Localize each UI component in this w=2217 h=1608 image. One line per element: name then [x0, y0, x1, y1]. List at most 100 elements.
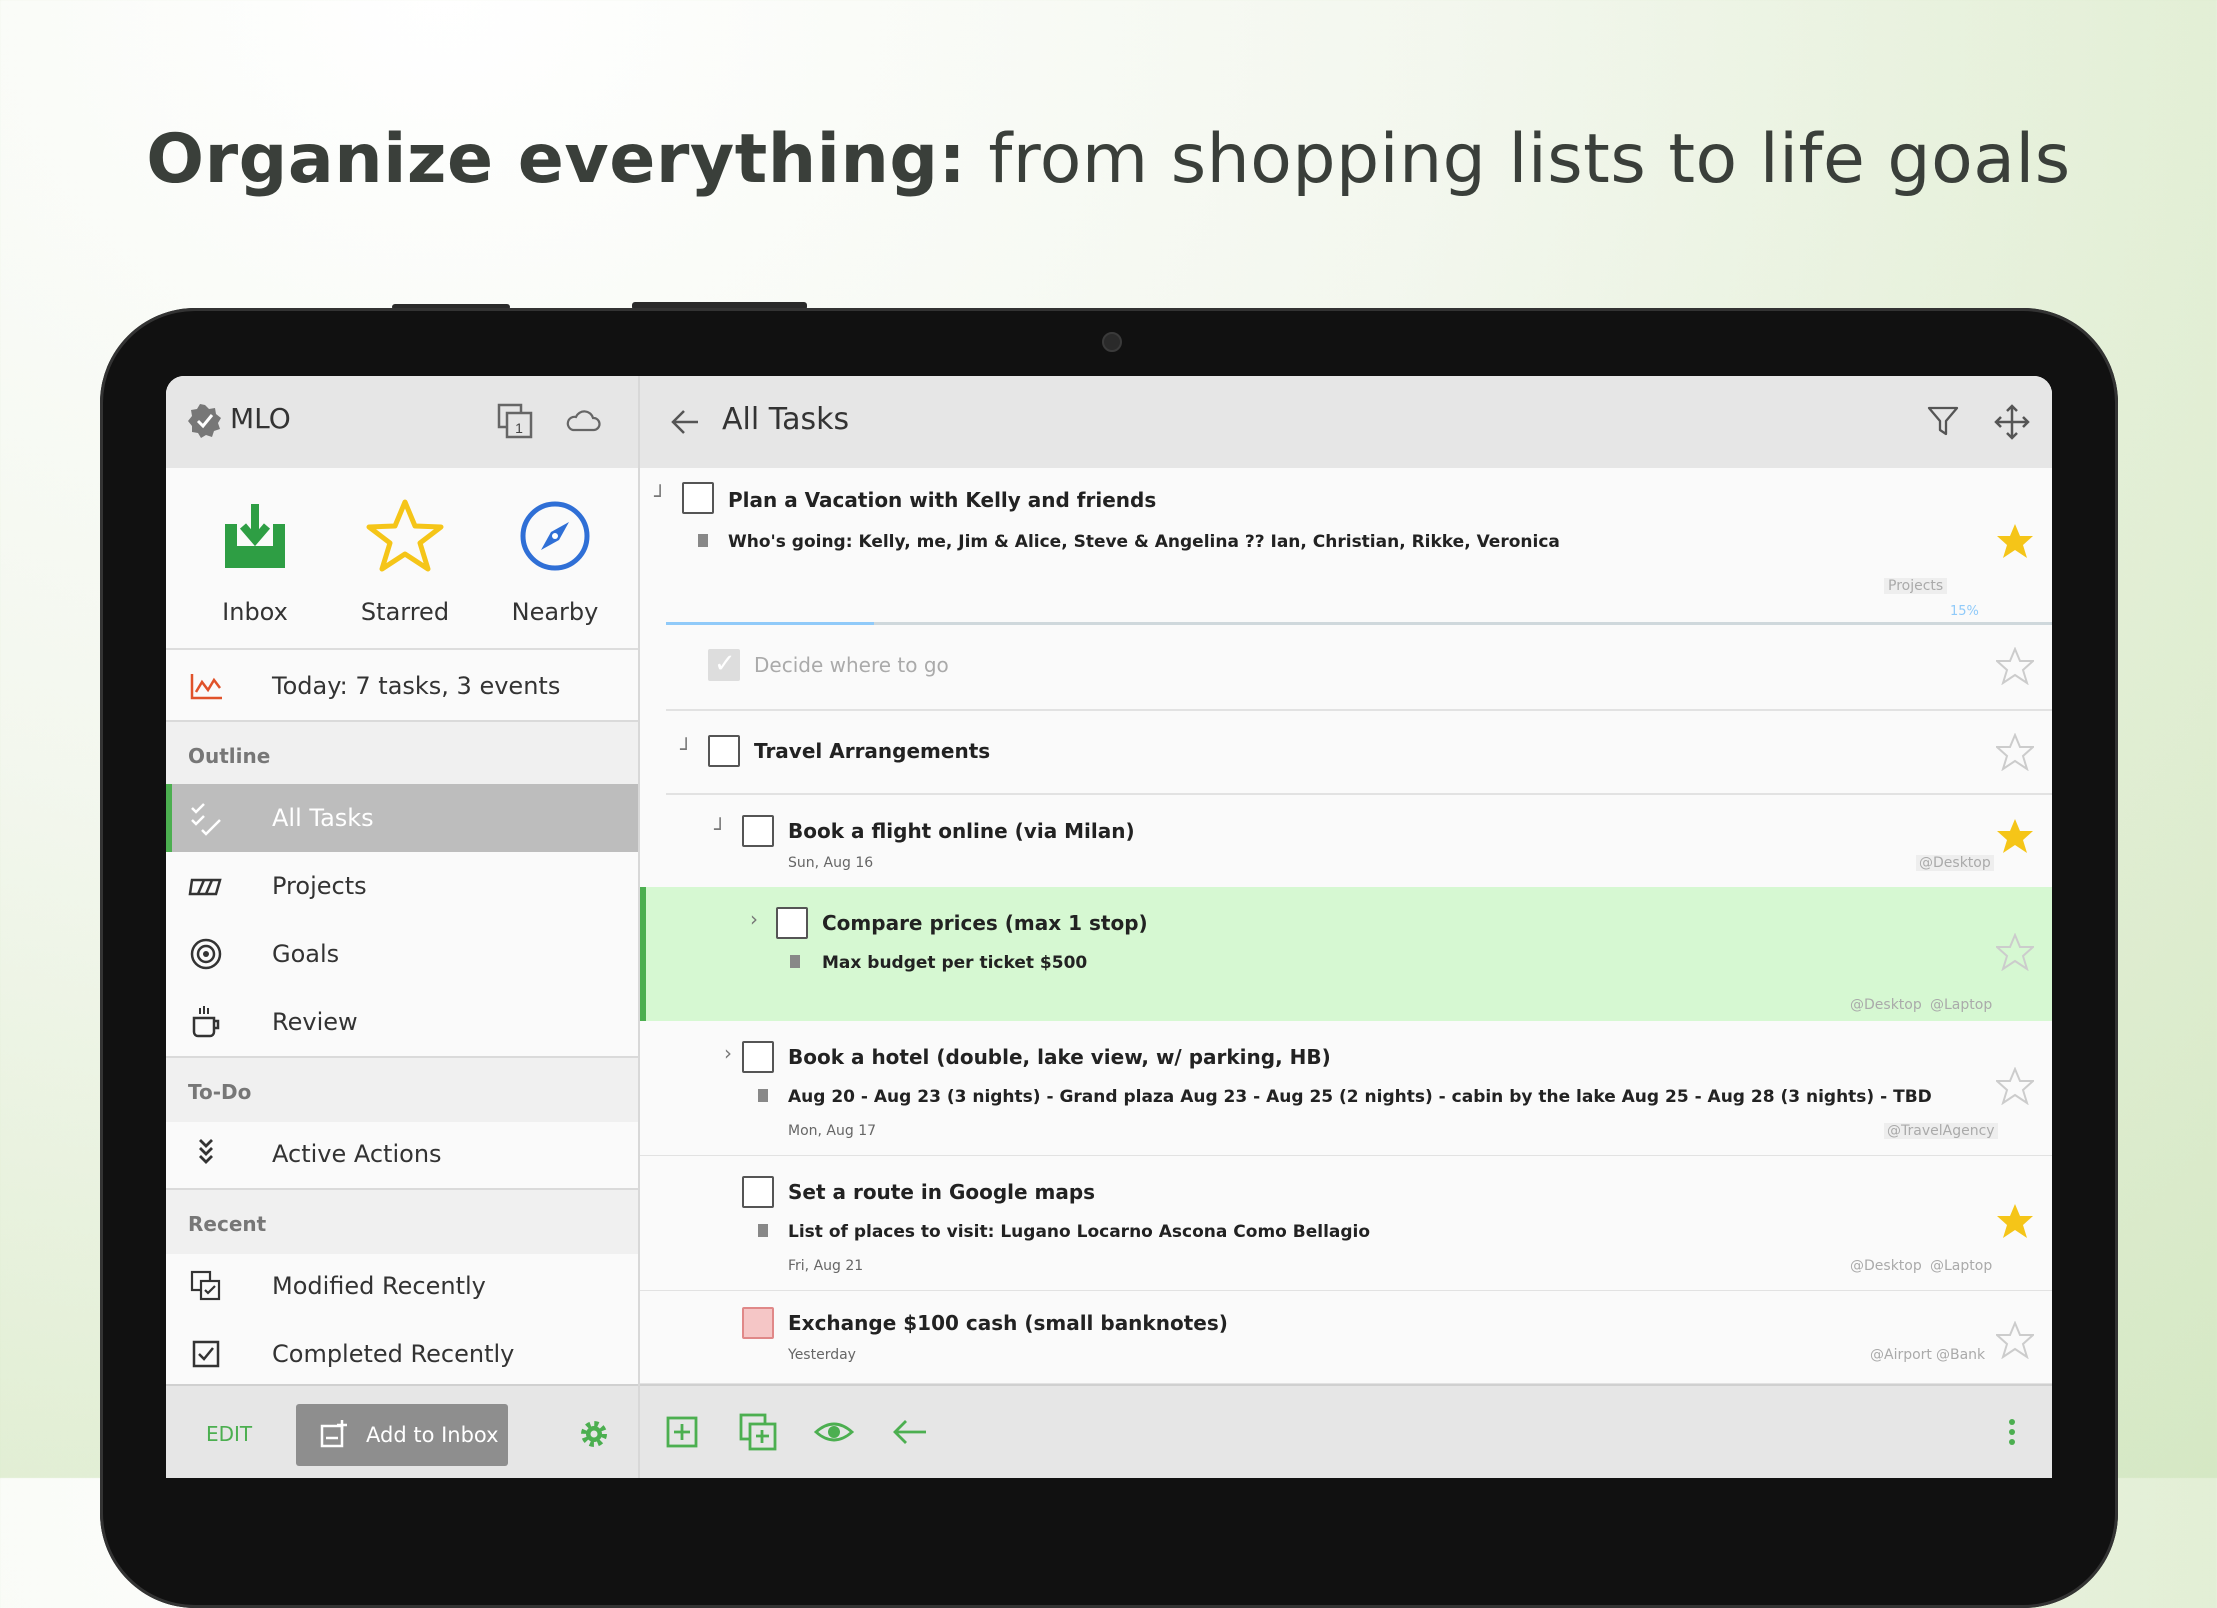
add-inbox-icon: [320, 1420, 347, 1448]
task-row[interactable]: Exchange $100 cash (small banknotes) Yes…: [640, 1291, 2052, 1385]
filter-icon[interactable]: [1926, 404, 1960, 438]
quick-label: Starred: [360, 598, 450, 626]
star-icon: [366, 499, 444, 572]
sidebar-item-projects[interactable]: Projects: [166, 852, 638, 920]
task-title: Exchange $100 cash (small banknotes): [788, 1311, 1228, 1335]
task-row[interactable]: Decide where to go: [666, 625, 2052, 711]
collapse-icon[interactable]: ┘: [680, 737, 692, 761]
section-label: To-Do: [188, 1080, 252, 1104]
today-text: Today: 7 tasks, 3 events: [272, 672, 561, 700]
section-outline: Outline: [166, 720, 638, 786]
projects-icon: [188, 878, 222, 896]
context-tag: @Airport: [1870, 1347, 1932, 1363]
task-date: Sun, Aug 16: [788, 855, 874, 871]
quick-access: Inbox Starred Nearby: [166, 468, 638, 648]
collapse-icon[interactable]: ┘: [654, 484, 666, 508]
task-row[interactable]: ┘ Book a flight online (via Milan) Sun, …: [640, 795, 2052, 889]
task-row[interactable]: ┘ Travel Arrangements: [666, 711, 2052, 795]
eye-icon[interactable]: [814, 1412, 854, 1452]
sidebar-item-all-tasks[interactable]: All Tasks: [166, 784, 638, 852]
today-summary[interactable]: Today: 7 tasks, 3 events: [166, 648, 638, 722]
sync-count-icon[interactable]: 1: [496, 402, 534, 440]
task-row[interactable]: › Book a hotel (double, lake view, w/ pa…: [640, 1021, 2052, 1157]
task-checkbox[interactable]: [742, 815, 774, 847]
task-checkbox-checked[interactable]: [708, 649, 740, 681]
compass-icon: [520, 501, 590, 571]
star-outline-icon[interactable]: [1996, 647, 2034, 685]
target-icon: [190, 938, 222, 970]
sidebar-item-label: All Tasks: [272, 804, 374, 832]
add-to-inbox-button[interactable]: Add to Inbox: [296, 1404, 508, 1466]
add-to-inbox-label: Add to Inbox: [366, 1423, 499, 1447]
task-row[interactable]: Set a route in Google maps List of place…: [640, 1156, 2052, 1292]
inbox-icon: [225, 504, 285, 568]
task-checkbox[interactable]: [708, 735, 740, 767]
star-filled-icon[interactable]: [1996, 1202, 2034, 1240]
star-outline-icon[interactable]: [1996, 733, 2034, 771]
camera: [1102, 332, 1122, 352]
sidebar-item-completed-recently[interactable]: Completed Recently: [166, 1320, 638, 1388]
task-title: Set a route in Google maps: [788, 1180, 1096, 1204]
sidebar-item-goals[interactable]: Goals: [166, 920, 638, 988]
context-tag: @Desktop: [1850, 1258, 1922, 1274]
headline-bold: Organize everything:: [146, 120, 967, 199]
section-label: Recent: [188, 1212, 267, 1236]
task-checkbox[interactable]: [776, 907, 808, 939]
star-outline-icon[interactable]: [1996, 933, 2034, 971]
outdent-arrow-icon[interactable]: [890, 1412, 930, 1452]
task-date: Mon, Aug 17: [788, 1123, 877, 1139]
quick-starred[interactable]: Starred: [330, 468, 480, 628]
task-title: Book a flight online (via Milan): [788, 819, 1135, 843]
task-note: Who's going: Kelly, me, Jim & Alice, Ste…: [728, 532, 1560, 552]
star-outline-icon[interactable]: [1996, 1067, 2034, 1105]
context-tag: @Desktop: [1916, 855, 1994, 871]
expand-icon[interactable]: ›: [750, 907, 758, 931]
task-checkbox[interactable]: [742, 1041, 774, 1073]
app-screen: MLO 1 Inbox Starred Nearby Today: 7 task…: [166, 376, 2052, 1478]
task-date: Fri, Aug 21: [788, 1258, 864, 1274]
main-footer-toolbar: [640, 1384, 2052, 1478]
collapse-icon[interactable]: ┘: [714, 817, 726, 841]
task-title: Book a hotel (double, lake view, w/ park…: [788, 1045, 1331, 1069]
task-checkbox[interactable]: [682, 482, 714, 514]
add-subtask-icon[interactable]: [738, 1412, 778, 1452]
sidebar-item-label: Review: [272, 1008, 358, 1036]
task-date: Yesterday: [788, 1347, 856, 1363]
section-todo: To-Do: [166, 1056, 638, 1122]
sidebar: MLO 1 Inbox Starred Nearby Today: 7 task…: [166, 376, 640, 1478]
sidebar-item-active-actions[interactable]: Active Actions: [166, 1120, 638, 1188]
expand-icon[interactable]: ›: [724, 1041, 732, 1065]
note-icon: [758, 1224, 768, 1237]
quick-inbox[interactable]: Inbox: [180, 468, 330, 628]
sidebar-item-review[interactable]: Review: [166, 988, 638, 1056]
section-recent: Recent: [166, 1188, 638, 1254]
move-icon[interactable]: [1994, 404, 2030, 440]
star-filled-icon[interactable]: [1996, 817, 2034, 855]
task-row-selected[interactable]: › Compare prices (max 1 stop) Max budget…: [640, 887, 2052, 1023]
all-tasks-icon: [191, 803, 221, 836]
task-title: Compare prices (max 1 stop): [822, 911, 1148, 935]
back-arrow-icon[interactable]: [670, 408, 700, 436]
gear-icon[interactable]: [578, 1418, 610, 1450]
task-checkbox-overdue[interactable]: [742, 1307, 774, 1339]
edit-button[interactable]: EDIT: [206, 1422, 252, 1446]
chevrons-down-icon: [199, 1139, 213, 1164]
star-filled-icon[interactable]: [1996, 522, 2034, 560]
task-row[interactable]: ┘ Plan a Vacation with Kelly and friends…: [640, 468, 2052, 624]
note-icon: [758, 1089, 768, 1102]
sidebar-header: MLO 1: [166, 376, 638, 468]
cloud-icon[interactable]: [564, 402, 602, 440]
quick-nearby[interactable]: Nearby: [480, 468, 630, 628]
headline-light: from shopping lists to life goals: [988, 120, 2071, 199]
sidebar-item-modified-recently[interactable]: Modified Recently: [166, 1252, 638, 1320]
context-tag: @Laptop: [1930, 997, 1993, 1013]
more-vert-icon[interactable]: [1992, 1412, 2032, 1452]
add-task-icon[interactable]: [662, 1412, 702, 1452]
star-outline-icon[interactable]: [1996, 1321, 2034, 1359]
task-checkbox[interactable]: [742, 1176, 774, 1208]
sidebar-item-label: Modified Recently: [272, 1272, 486, 1300]
context-tag: @Laptop: [1930, 1258, 1993, 1274]
app-name: MLO: [230, 402, 291, 435]
headline: Organize everything: from shopping lists…: [0, 120, 2217, 199]
context-tag: @Desktop: [1850, 997, 1922, 1013]
